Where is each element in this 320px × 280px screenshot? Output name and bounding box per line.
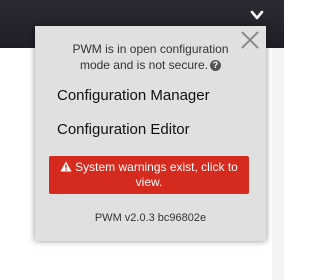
config-menu-popup: PWM is in open configuration mode and is… xyxy=(35,26,266,241)
warning-text: System warnings exist, click to xyxy=(75,160,238,174)
notice-line: PWM is in open configuration xyxy=(72,42,229,56)
version-label: PWM v2.0.3 bc96802e xyxy=(94,212,207,224)
warning-text: view. xyxy=(135,175,163,189)
question-circle-icon[interactable]: ? xyxy=(210,60,222,72)
page-background xyxy=(272,48,284,280)
system-warnings-button[interactable]: System warnings exist, click to view. xyxy=(49,156,249,194)
security-notice: PWM is in open configuration mode and is… xyxy=(35,41,266,73)
configuration-editor-link[interactable]: Configuration Editor xyxy=(57,121,190,138)
chevron-down-icon[interactable] xyxy=(250,9,264,21)
warning-triangle-icon xyxy=(60,161,72,172)
configuration-manager-link[interactable]: Configuration Manager xyxy=(57,87,210,104)
notice-line: mode and is not secure. xyxy=(79,58,209,72)
